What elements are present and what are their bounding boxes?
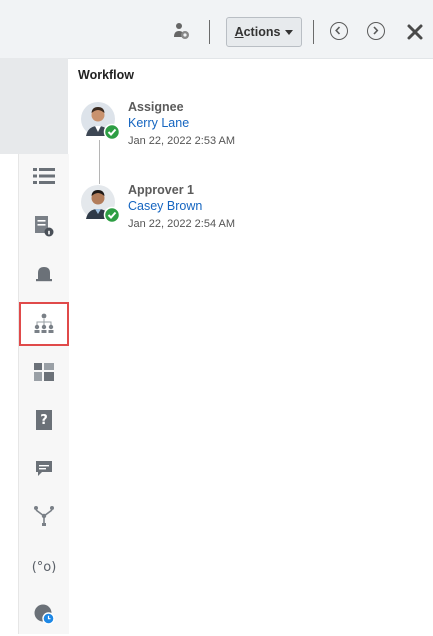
avatar (80, 100, 121, 141)
toolbar-divider (209, 20, 210, 44)
side-rail: ? (°o) (18, 154, 69, 634)
svg-text:(°o): (°o) (32, 560, 57, 575)
dashboard-icon[interactable] (19, 350, 69, 394)
entry-role: Assignee (128, 100, 184, 114)
flow-icon[interactable] (19, 494, 69, 538)
svg-text:?: ? (40, 413, 48, 428)
actions-label: Actions (234, 25, 281, 39)
entry-timestamp: Jan 22, 2022 2:54 AM (128, 218, 236, 230)
close-icon[interactable] (404, 21, 426, 43)
variable-icon[interactable]: (°o) (19, 544, 69, 588)
help-icon[interactable]: ? (19, 398, 69, 442)
timeline-connector (99, 140, 100, 184)
chevron-left-circle-icon[interactable] (330, 22, 348, 40)
chevron-right-circle-icon[interactable] (367, 22, 385, 40)
chevron-down-icon (285, 30, 294, 35)
actions-menu-button[interactable]: Actions (226, 17, 302, 47)
side-panel-background (0, 58, 68, 154)
toolbar-divider (313, 20, 314, 44)
toolbar: Actions (0, 0, 433, 59)
document-info-icon[interactable] (19, 204, 69, 248)
bell-icon[interactable] (19, 252, 69, 296)
comment-icon[interactable] (19, 446, 69, 490)
avatar (80, 183, 121, 224)
pie-clock-icon[interactable] (19, 592, 69, 636)
user-name-link[interactable]: Casey Brown (128, 199, 202, 213)
user-config-icon[interactable] (170, 20, 192, 42)
page-title: Workflow (78, 68, 135, 82)
entry-role: Approver 1 (128, 183, 194, 197)
workflow-hierarchy-icon[interactable] (19, 302, 69, 346)
user-name-link[interactable]: Kerry Lane (128, 116, 189, 130)
entry-timestamp: Jan 22, 2022 2:53 AM (128, 135, 236, 147)
list-icon[interactable] (19, 154, 69, 198)
